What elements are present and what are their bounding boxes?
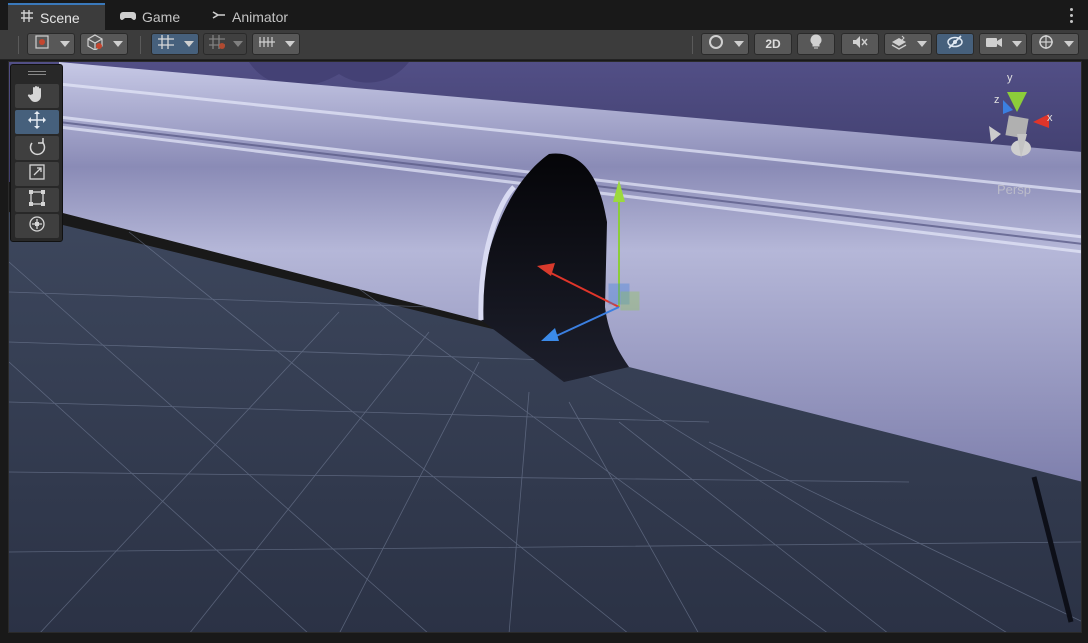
tools-overlay <box>10 64 63 242</box>
chevron-down-icon <box>183 41 194 47</box>
audio-toggle-button[interactable] <box>841 33 879 55</box>
gizmo-z-label: z <box>994 94 1000 106</box>
speaker-muted-icon <box>851 34 869 55</box>
move-arrows-icon <box>27 110 47 135</box>
projection-label[interactable]: Persp <box>997 182 1031 197</box>
rect-tool-button[interactable] <box>15 188 59 212</box>
draw-mode-icon <box>33 34 51 55</box>
scene-render <box>9 62 1081 632</box>
chevron-down-icon <box>232 41 243 47</box>
transform-icon <box>27 214 47 239</box>
cube-icon <box>86 33 104 55</box>
tab-animator[interactable]: Animator <box>200 3 310 30</box>
gizmo-crosshair-icon <box>1037 34 1055 55</box>
more-options-icon[interactable] <box>1070 8 1074 26</box>
draw-mode-dropdown[interactable] <box>27 33 75 55</box>
gizmo-x-label: x <box>1047 112 1053 124</box>
chevron-down-icon <box>733 41 744 47</box>
sphere-outline-icon <box>707 34 725 55</box>
render-mode-dropdown[interactable] <box>701 33 749 55</box>
move-tool-button[interactable] <box>15 110 59 134</box>
gizmo-y-label: y <box>1007 72 1013 84</box>
grid-visibility-icon <box>258 34 276 55</box>
grid-snapping-toggle[interactable] <box>151 33 199 55</box>
tab-label: Game <box>142 8 181 25</box>
rotate-tool-button[interactable] <box>15 136 59 160</box>
toggle-2d-label: 2D <box>765 37 781 51</box>
chevron-down-icon <box>1011 41 1022 47</box>
shading-mode-dropdown[interactable] <box>80 33 128 55</box>
camera-icon <box>985 34 1003 55</box>
hand-tool-button[interactable] <box>15 84 59 108</box>
rect-transform-icon <box>27 188 47 213</box>
lightbulb-icon <box>807 33 825 55</box>
effects-dropdown[interactable] <box>884 33 932 55</box>
scene-viewport[interactable]: y x z <box>8 61 1082 633</box>
scale-tool-button[interactable] <box>15 162 59 186</box>
chevron-down-icon <box>59 41 70 47</box>
eye-slash-icon <box>946 34 964 55</box>
increment-snap-dropdown[interactable] <box>203 33 247 55</box>
transform-tool-button[interactable] <box>15 214 59 238</box>
toolbar-separator <box>140 36 141 54</box>
scene-toolbar: 2D <box>0 30 1088 60</box>
animator-icon <box>212 8 226 25</box>
bottom-border <box>0 633 1088 643</box>
chevron-down-icon <box>1063 41 1074 47</box>
chevron-down-icon <box>284 41 295 47</box>
drag-handle[interactable] <box>28 71 46 75</box>
scene-camera-dropdown[interactable] <box>979 33 1027 55</box>
tab-label: Animator <box>232 8 289 25</box>
chevron-down-icon <box>112 41 123 47</box>
lighting-toggle-button[interactable] <box>797 33 835 55</box>
window-tab-bar: Scene Game Animator <box>0 0 1088 30</box>
toolbar-separator <box>692 36 693 54</box>
tab-scene[interactable]: Scene <box>8 3 105 30</box>
gizmos-dropdown[interactable] <box>1031 33 1079 55</box>
layers-icon <box>890 34 908 55</box>
tab-label: Scene <box>40 9 80 26</box>
gamepad-icon <box>120 9 136 25</box>
tab-game[interactable]: Game <box>108 3 198 30</box>
chevron-down-icon <box>916 41 927 47</box>
toolbar-separator <box>18 36 19 54</box>
grid-snap-icon <box>157 34 175 55</box>
grid-visibility-dropdown[interactable] <box>252 33 300 55</box>
rotate-icon <box>27 136 47 161</box>
hand-icon <box>27 84 47 109</box>
scene-visibility-toggle[interactable] <box>936 33 974 55</box>
grid-hash-icon <box>20 9 34 26</box>
scale-icon <box>27 162 47 187</box>
increment-snap-icon <box>208 34 226 55</box>
toggle-2d-button[interactable]: 2D <box>754 33 792 55</box>
